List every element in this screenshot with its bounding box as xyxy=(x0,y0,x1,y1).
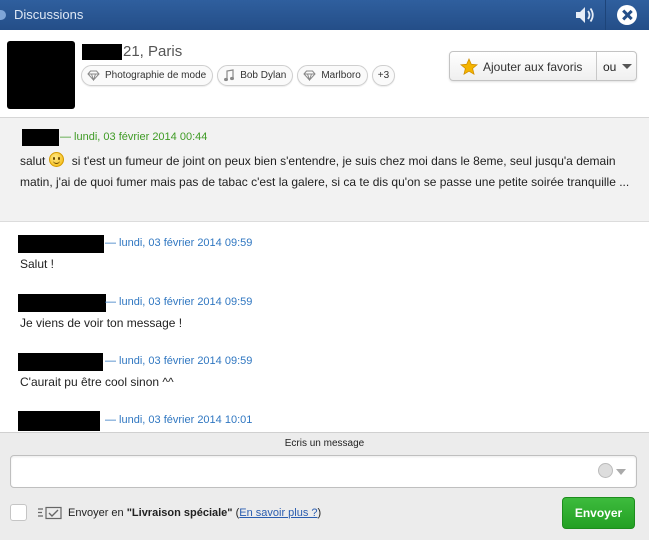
message-item: — lundi, 03 février 2014 00:44 salut si … xyxy=(0,118,649,222)
special-prefix: Envoyer en xyxy=(68,507,127,519)
tag-photography[interactable]: Photographie de mode xyxy=(81,65,214,86)
avatar[interactable] xyxy=(7,41,75,109)
music-note-icon xyxy=(224,69,235,82)
composer-hint: Ecris un message xyxy=(284,438,365,449)
message-text: Salut ! xyxy=(20,257,55,271)
message-timestamp: — lundi, 03 février 2014 09:59 xyxy=(105,296,253,308)
redacted-sender xyxy=(18,235,104,253)
smiley-icon xyxy=(49,152,65,167)
send-button[interactable]: Envoyer xyxy=(562,497,635,529)
special-delivery-icon xyxy=(38,506,62,520)
tag-label: Marlboro xyxy=(321,70,361,81)
message-timestamp: — lundi, 03 février 2014 09:59 xyxy=(105,355,253,367)
window-titlebar: Discussions xyxy=(0,0,649,30)
redacted-sender xyxy=(18,353,103,371)
or-dropdown-label[interactable]: ou xyxy=(603,60,616,74)
learn-more-link[interactable]: En savoir plus ? xyxy=(239,507,317,519)
redacted-name xyxy=(82,44,122,60)
tag-marlboro[interactable]: Marlboro xyxy=(297,65,368,86)
profile-header: 21, Paris Photographie de mode Bob Dylan… xyxy=(0,30,649,118)
tag-bob-dylan[interactable]: Bob Dylan xyxy=(217,65,294,86)
special-paren-close: ) xyxy=(317,507,322,519)
message-timestamp: — lundi, 03 février 2014 09:59 xyxy=(105,237,253,249)
star-icon xyxy=(460,58,478,76)
message-timestamp: — lundi, 03 février 2014 10:01 xyxy=(105,414,253,426)
redacted-sender xyxy=(22,129,59,146)
chevron-down-icon[interactable] xyxy=(616,469,626,475)
message-text: C'aurait pu être cool sinon ^^ xyxy=(20,375,174,389)
message-text-rest: si t'est un fumeur de joint on peux bien… xyxy=(20,154,630,189)
tag-label: +3 xyxy=(377,70,390,81)
window-title: Discussions xyxy=(14,7,84,22)
add-favorite-button[interactable]: Ajouter aux favoris ou xyxy=(449,51,637,81)
chevron-down-icon[interactable] xyxy=(622,64,632,69)
special-delivery-text: Envoyer en "Livraison spéciale" (En savo… xyxy=(68,507,321,519)
message-text: salut si t'est un fumeur de joint on peu… xyxy=(20,151,632,193)
tag-label: Photographie de mode xyxy=(105,70,207,81)
close-icon[interactable] xyxy=(617,5,637,25)
message-timestamp: — lundi, 03 février 2014 00:44 xyxy=(60,131,208,143)
button-divider xyxy=(596,52,597,80)
tag-more[interactable]: +3 xyxy=(371,65,396,86)
diamond-icon xyxy=(303,70,316,81)
message-text: Je viens de voir ton message ! xyxy=(20,316,183,330)
redacted-sender xyxy=(18,411,100,431)
special-delivery-label: "Livraison spéciale" xyxy=(126,507,233,519)
interest-tags: Photographie de mode Bob Dylan Marlboro … xyxy=(81,65,396,87)
app-icon xyxy=(0,10,6,20)
composer: Ecris un message Envoyer en "Livraison s… xyxy=(0,432,649,540)
emoji-icon[interactable] xyxy=(598,463,613,478)
message-text-start: salut xyxy=(20,154,46,168)
titlebar-divider xyxy=(605,0,606,30)
redacted-sender xyxy=(18,294,106,312)
add-favorite-label: Ajouter aux favoris xyxy=(483,60,583,74)
tag-label: Bob Dylan xyxy=(240,70,287,81)
speaker-icon[interactable] xyxy=(573,4,597,26)
profile-location: 21, Paris xyxy=(123,43,183,60)
message-input[interactable] xyxy=(10,455,637,488)
message-list[interactable]: — lundi, 03 février 2014 00:44 salut si … xyxy=(0,118,649,432)
special-delivery-checkbox[interactable] xyxy=(10,504,27,521)
diamond-icon xyxy=(87,70,100,81)
